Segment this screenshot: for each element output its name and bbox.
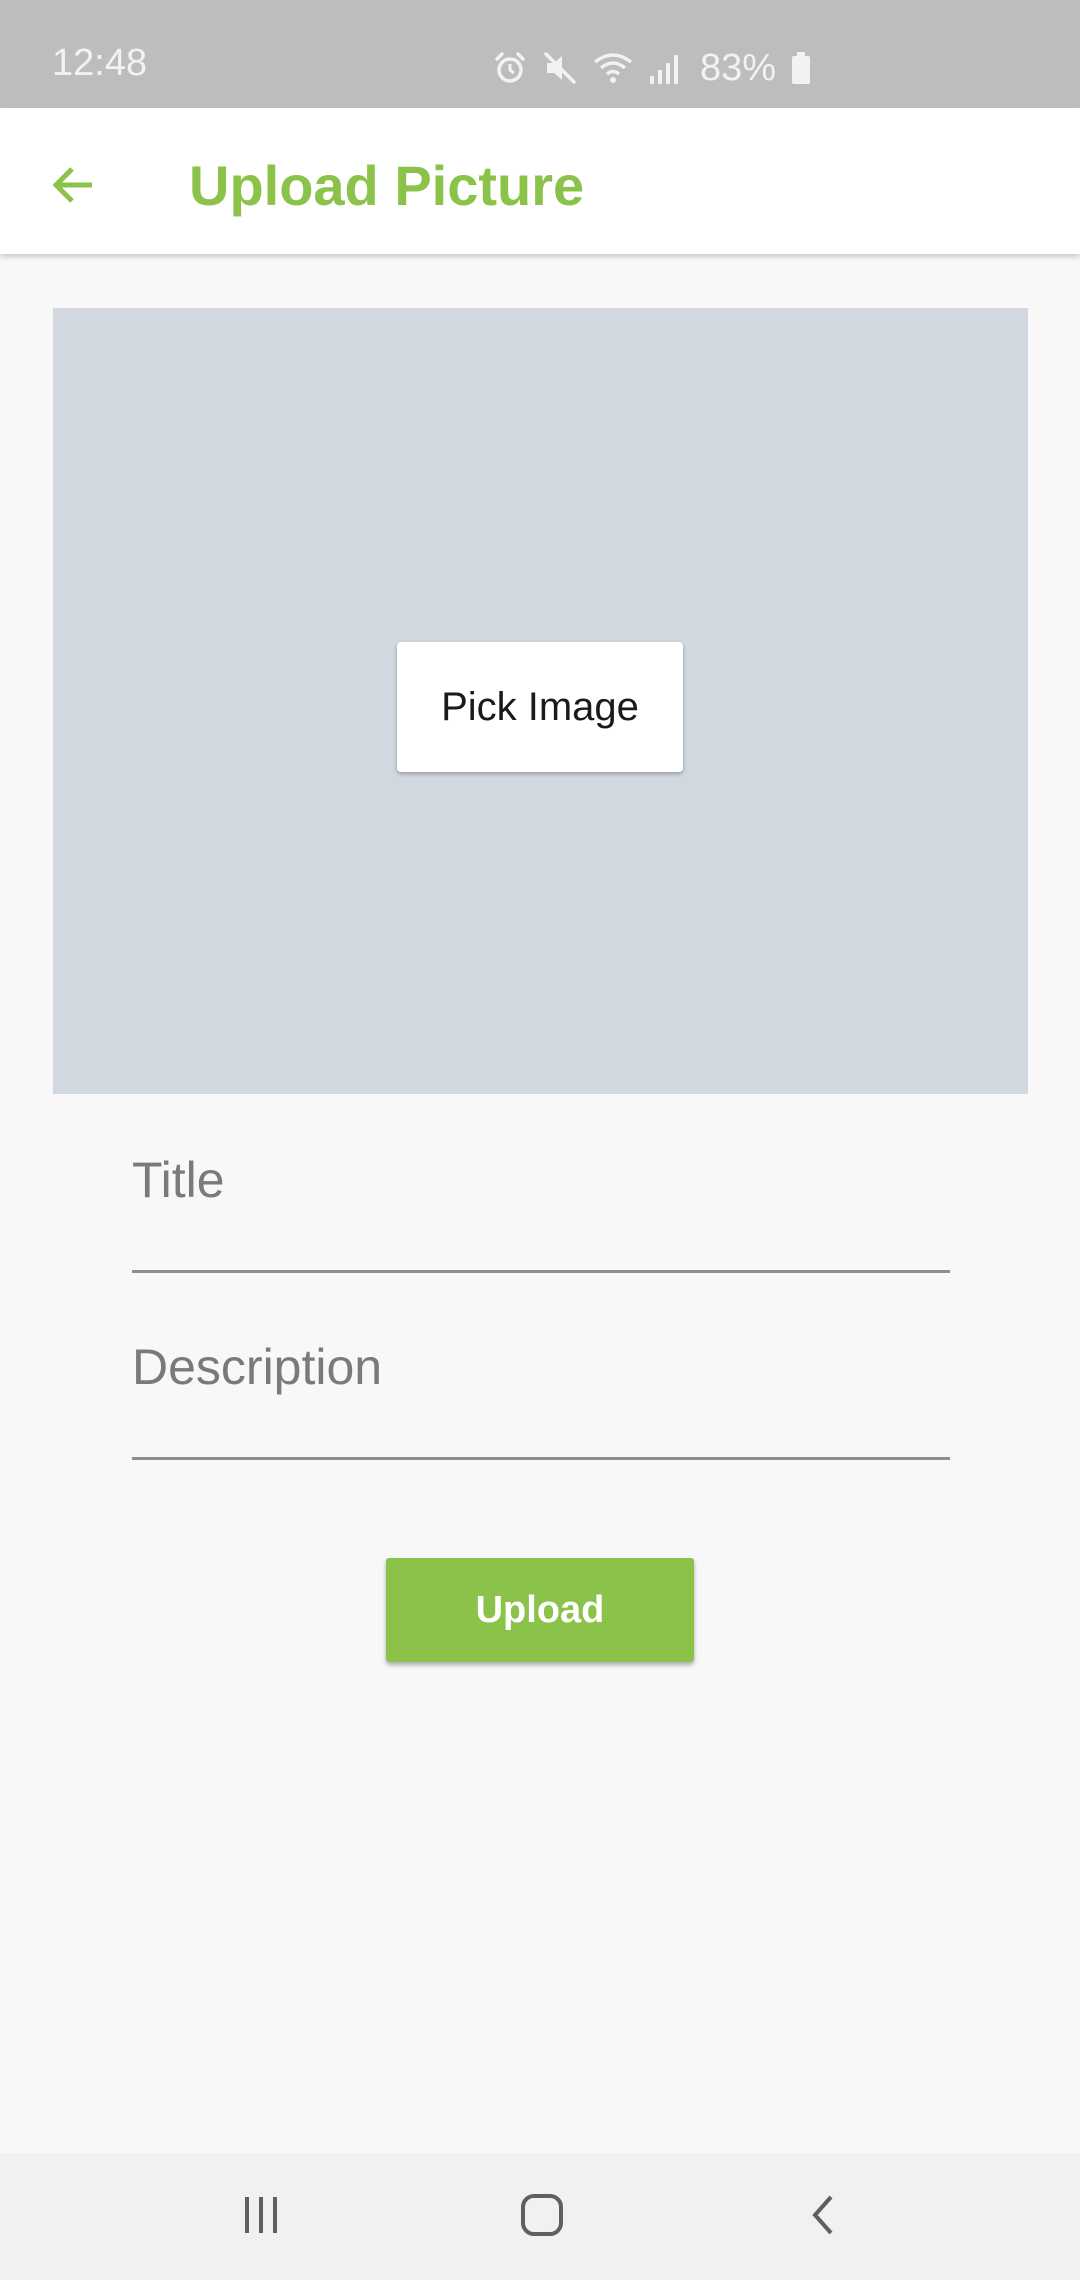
title-field-placeholder: Title <box>132 1152 225 1208</box>
recents-button[interactable] <box>211 2177 311 2257</box>
description-field-placeholder: Description <box>132 1339 383 1395</box>
nav-back-button[interactable] <box>774 2177 874 2257</box>
pick-image-button[interactable]: Pick Image <box>397 642 683 772</box>
image-preview-area: Pick Image <box>53 308 1028 1094</box>
app-bar: Upload Picture <box>0 108 1080 254</box>
description-field[interactable]: Description <box>132 1337 950 1460</box>
back-icon <box>801 2192 847 2243</box>
home-icon <box>519 2192 565 2243</box>
page-title: Upload Picture <box>189 154 585 217</box>
wifi-icon <box>592 50 634 86</box>
status-bar: 12:48 83% <box>0 0 1080 108</box>
home-button[interactable] <box>492 2177 592 2257</box>
status-time: 12:48 <box>52 42 148 84</box>
battery-icon <box>790 50 812 86</box>
upload-picture-screen: 12:48 83% Upload Picture Pick Image Titl… <box>0 0 1080 2280</box>
recents-icon <box>238 2192 284 2243</box>
back-button[interactable] <box>32 146 114 228</box>
alarm-icon <box>492 50 528 86</box>
title-field[interactable]: Title <box>132 1150 950 1273</box>
upload-button[interactable]: Upload <box>386 1558 694 1662</box>
battery-percent: 83% <box>700 47 777 89</box>
mute-icon <box>542 50 578 86</box>
signal-icon <box>648 50 682 86</box>
arrow-left-icon <box>48 160 98 215</box>
status-icons: 83% <box>492 48 812 88</box>
system-nav-bar <box>0 2153 1080 2280</box>
